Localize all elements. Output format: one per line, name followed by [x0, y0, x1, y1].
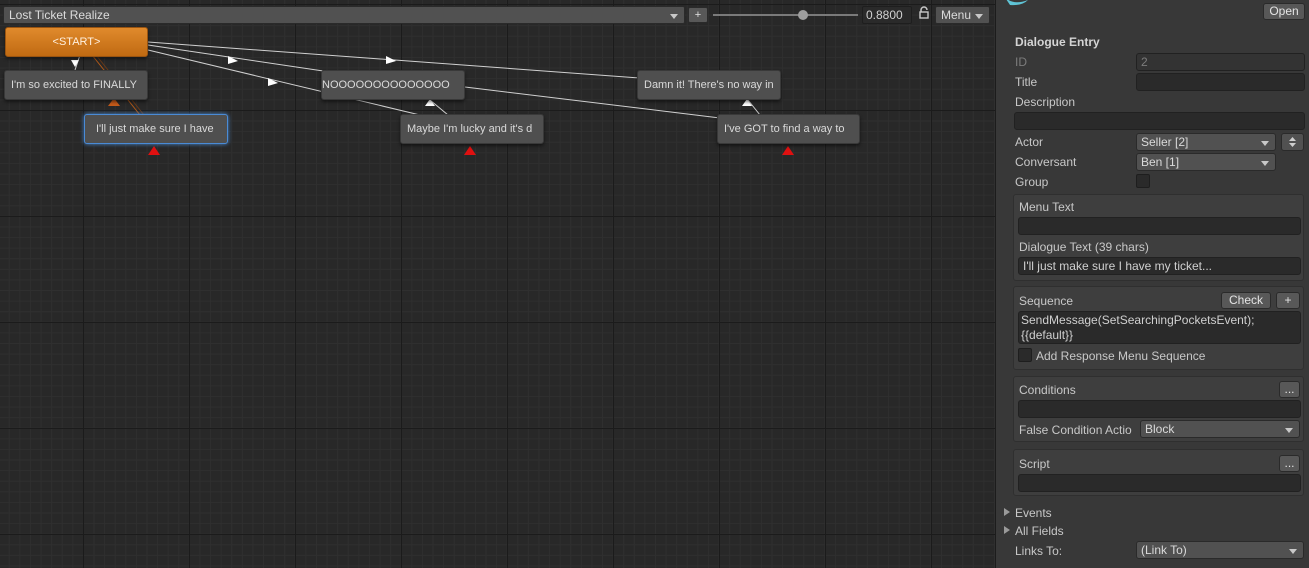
- conversant-value: Ben [1]: [1141, 155, 1180, 169]
- conditions-label: Conditions: [1019, 383, 1076, 397]
- conversation-graph-canvas[interactable]: Lost Ticket Realize + 0.8800 Menu <START…: [0, 0, 995, 568]
- script-wizard-button[interactable]: ...: [1279, 455, 1300, 472]
- add-sequence-button[interactable]: +: [1276, 292, 1300, 309]
- events-foldout-icon[interactable]: [1004, 508, 1010, 516]
- conversant-label: Conversant: [1015, 155, 1077, 169]
- sequence-line-1: SendMessage(SetSearchingPocketsEvent);: [1021, 313, 1255, 327]
- end-marker-red: [464, 146, 476, 155]
- link-arrow: [71, 60, 79, 67]
- up-down-icon: [1289, 137, 1296, 147]
- actor-dropdown[interactable]: Seller [2]: [1136, 133, 1276, 151]
- end-marker-red: [148, 146, 160, 155]
- menu-dropdown[interactable]: Menu: [935, 6, 990, 24]
- sequence-line-2: {{default}}: [1021, 328, 1074, 342]
- links-to-value: (Link To): [1141, 543, 1187, 557]
- conversant-dropdown[interactable]: Ben [1]: [1136, 153, 1276, 171]
- zoom-value-field[interactable]: 0.8800: [862, 6, 912, 24]
- swap-actor-button[interactable]: [1281, 133, 1304, 151]
- chevron-down-icon: [1261, 141, 1269, 146]
- node-start[interactable]: <START>: [5, 27, 148, 57]
- false-condition-value: Block: [1145, 422, 1175, 436]
- events-foldout[interactable]: Events: [1015, 506, 1052, 520]
- description-label: Description: [1015, 95, 1076, 109]
- actor-label: Actor: [1015, 135, 1044, 149]
- chevron-down-icon: [1261, 161, 1269, 166]
- zoom-slider[interactable]: [713, 14, 858, 16]
- false-condition-dropdown[interactable]: Block: [1140, 420, 1300, 438]
- all-fields-foldout-icon[interactable]: [1004, 526, 1010, 534]
- zoom-slider-thumb[interactable]: [797, 10, 808, 20]
- open-button[interactable]: Open: [1263, 3, 1305, 20]
- conversation-title: Lost Ticket Realize: [9, 8, 110, 22]
- end-marker-red: [782, 146, 794, 155]
- script-label: Script: [1019, 457, 1050, 471]
- sequence-label: Sequence: [1019, 294, 1074, 308]
- id-label: ID: [1015, 55, 1027, 69]
- add-response-checkbox[interactable]: [1018, 348, 1032, 362]
- node-excited[interactable]: I'm so excited to FINALLY: [4, 70, 148, 100]
- dialogue-system-logo-icon: [1006, 0, 1028, 6]
- title-label: Title: [1015, 75, 1038, 89]
- actor-value: Seller [2]: [1141, 135, 1189, 149]
- dialogue-text-label: Dialogue Text (39 chars): [1019, 240, 1149, 254]
- conversation-dropdown[interactable]: Lost Ticket Realize: [3, 6, 685, 24]
- title-field[interactable]: [1136, 73, 1305, 91]
- graph-toolbar: Lost Ticket Realize + 0.8800 Menu: [0, 4, 995, 26]
- menu-text-field[interactable]: [1018, 217, 1301, 235]
- chevron-down-icon: [670, 14, 678, 19]
- description-field[interactable]: [1014, 112, 1305, 130]
- group-label: Group: [1015, 175, 1049, 189]
- add-response-label: Add Response Menu Sequence: [1036, 349, 1206, 363]
- script-field[interactable]: [1018, 474, 1301, 492]
- all-fields-foldout[interactable]: All Fields: [1015, 524, 1064, 538]
- node-links: [71, 41, 794, 155]
- node-damn[interactable]: Damn it! There's no way in: [637, 70, 781, 100]
- group-checkbox[interactable]: [1136, 174, 1150, 188]
- chevron-down-icon: [1285, 428, 1293, 433]
- chevron-down-icon: [975, 14, 983, 19]
- conditions-field[interactable]: [1018, 400, 1301, 418]
- node-make-sure[interactable]: I'll just make sure I have: [84, 114, 228, 144]
- id-field: 2: [1136, 53, 1305, 71]
- false-condition-label: False Condition Actio: [1019, 423, 1132, 437]
- add-conversation-button[interactable]: +: [688, 7, 708, 23]
- node-lucky[interactable]: Maybe I'm lucky and it's d: [400, 114, 544, 144]
- chevron-down-icon: [1289, 549, 1297, 554]
- node-got-to-find[interactable]: I've GOT to find a way to: [717, 114, 860, 144]
- link-arrow: [268, 78, 278, 86]
- menu-text-label: Menu Text: [1019, 200, 1075, 214]
- section-title: Dialogue Entry: [1015, 35, 1100, 49]
- menu-label: Menu: [941, 8, 972, 22]
- check-button[interactable]: Check: [1221, 292, 1271, 309]
- links-to-label: Links To:: [1015, 544, 1063, 558]
- links-to-dropdown[interactable]: (Link To): [1136, 541, 1304, 559]
- dialogue-text-field[interactable]: I'll just make sure I have my ticket...: [1018, 257, 1301, 275]
- node-nooo[interactable]: NOOOOOOOOOOOOOO: [321, 70, 465, 100]
- conditions-wizard-button[interactable]: ...: [1279, 381, 1300, 398]
- lock-icon[interactable]: [918, 6, 930, 20]
